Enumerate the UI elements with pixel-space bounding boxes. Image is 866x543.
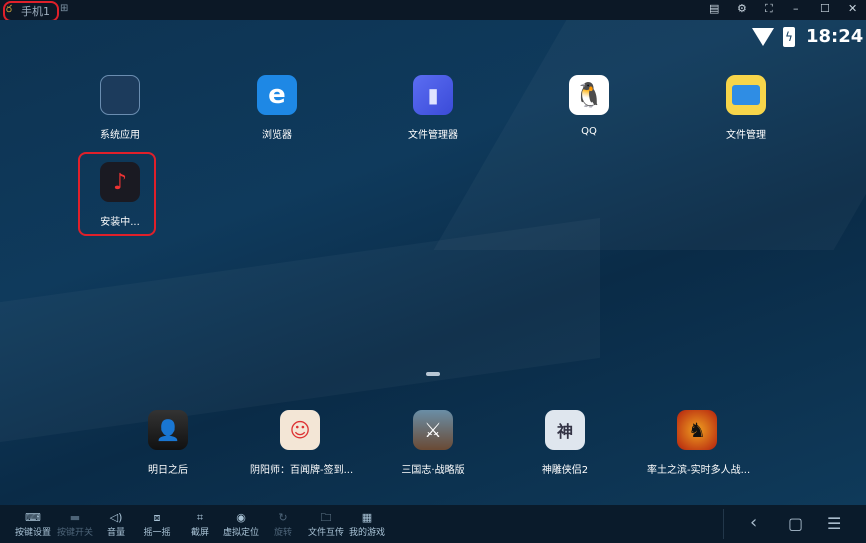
clock: 18:24 <box>806 26 864 47</box>
crop-icon: ⌗ <box>196 511 204 524</box>
keyboard-icon: ⌨ <box>25 511 41 524</box>
home-icon[interactable]: ▢ <box>788 514 803 533</box>
app-label: QQ <box>581 126 597 137</box>
toolbar-key-toggle[interactable]: ▬ 按键开关 <box>53 511 97 538</box>
game-icon: 神 <box>545 410 585 450</box>
app-label: 文件管理 <box>726 130 766 141</box>
minimize-icon[interactable]: – <box>793 2 799 15</box>
shake-icon: ⧈ <box>153 511 161 524</box>
toolbar-shake[interactable]: ⧈ 摇一摇 <box>135 511 179 538</box>
browser-icon: e <box>257 75 297 115</box>
toolbar-location[interactable]: ◉ 虚拟定位 <box>219 511 263 538</box>
file-manager-icon: ▮ <box>413 75 453 115</box>
toolbar-file-transfer[interactable]: 🗀 文件互传 <box>304 511 348 538</box>
feedback-icon[interactable]: ▤ <box>709 2 719 15</box>
toolbar-volume[interactable]: ◁) 音量 <box>94 511 138 538</box>
dock-app[interactable]: 👤 明日之后 <box>118 410 218 476</box>
app-label: 文件管理器 <box>408 130 458 141</box>
app-label: 神雕侠侣2 <box>541 465 589 476</box>
toolbar-key-settings[interactable]: ⌨ 按键设置 <box>11 511 55 538</box>
toolbar-label: 我的游戏 <box>348 528 385 538</box>
multi-window-icon[interactable]: ⊞ <box>60 3 68 14</box>
app-browser[interactable]: e 浏览器 <box>227 75 327 141</box>
file-folder-icon <box>726 75 766 115</box>
highlight-box <box>3 1 59 22</box>
qq-icon: 🐧 <box>569 75 609 115</box>
app-label: 浏览器 <box>262 130 292 141</box>
title-bar: ర 手机1 ⊞ ▤ ⚙ ⛶ – ☐ ✕ <box>0 0 866 22</box>
location-icon: ◉ <box>236 511 246 524</box>
toolbar-label: 摇一摇 <box>143 528 171 538</box>
game-icon: 👤 <box>148 410 188 450</box>
toolbar-screenshot[interactable]: ⌗ 截屏 <box>178 511 222 538</box>
toggle-icon: ▬ <box>69 511 81 524</box>
app-label: 率土之滨-实时多人战... <box>647 465 751 476</box>
menu-icon[interactable]: ☰ <box>827 514 841 533</box>
toolbar-label: 按键设置 <box>14 528 51 538</box>
game-icon: ♞ <box>677 410 717 450</box>
bottom-toolbar: ⌨ 按键设置 ▬ 按键开关 ◁) 音量 ⧈ 摇一摇 ⌗ 截屏 ◉ 虚拟定位 ↻ 旋转 🗀 文件互… <box>0 505 866 543</box>
dock-app[interactable]: ♞ 率土之滨-实时多人战... <box>647 410 751 476</box>
battery-charging-icon: ϟ <box>783 27 795 47</box>
toolbar-label: 虚拟定位 <box>222 528 259 538</box>
gear-icon[interactable]: ⚙ <box>737 2 747 15</box>
close-icon[interactable]: ✕ <box>848 2 857 15</box>
page-indicator[interactable] <box>426 372 440 376</box>
android-screen: ϟ 18:24 系统应用 e 浏览器 ▮ 文件管理器 🐧 QQ 文件管理 ♪ 安… <box>0 20 866 505</box>
app-label: 阴阳师：百闻牌-签到... <box>250 465 354 476</box>
game-icon: ☺ <box>280 410 320 450</box>
file-transfer-icon: 🗀 <box>320 511 332 524</box>
toolbar-my-games[interactable]: ▦ 我的游戏 <box>345 511 389 538</box>
app-system-apps[interactable]: 系统应用 <box>70 75 170 141</box>
app-label: 明日之后 <box>148 465 188 476</box>
wifi-icon <box>752 28 774 46</box>
toolbar-label: 文件互传 <box>307 528 344 538</box>
dock-app[interactable]: 神神雕侠侣2 <box>515 410 615 476</box>
toolbar-label: 旋转 <box>273 528 292 538</box>
grid-icon: ▦ <box>361 511 373 524</box>
system-apps-icon <box>100 75 140 115</box>
dock-app[interactable]: ⚔ 三国志·战略版 <box>383 410 483 476</box>
volume-icon: ◁) <box>109 511 123 524</box>
app-file-manager[interactable]: ▮ 文件管理器 <box>383 75 483 141</box>
game-icon: ⚔ <box>413 410 453 450</box>
app-file-folder[interactable]: 文件管理 <box>696 75 796 141</box>
maximize-icon[interactable]: ☐ <box>820 2 830 15</box>
rotate-icon: ↻ <box>278 511 288 524</box>
app-label: 系统应用 <box>100 130 140 141</box>
toolbar-label: 截屏 <box>190 528 209 538</box>
toolbar-label: 音量 <box>106 528 125 538</box>
app-label: 三国志·战略版 <box>401 465 465 476</box>
toolbar-label: 按键开关 <box>56 528 93 538</box>
divider <box>723 509 724 539</box>
toolbar-rotate[interactable]: ↻ 旋转 <box>261 511 305 538</box>
back-icon[interactable]: ‹ <box>750 512 757 533</box>
fullscreen-icon[interactable]: ⛶ <box>765 2 773 16</box>
highlight-box <box>78 152 156 236</box>
app-qq[interactable]: 🐧 QQ <box>539 75 639 137</box>
dock-app[interactable]: ☺ 阴阳师：百闻牌-签到... <box>250 410 354 476</box>
